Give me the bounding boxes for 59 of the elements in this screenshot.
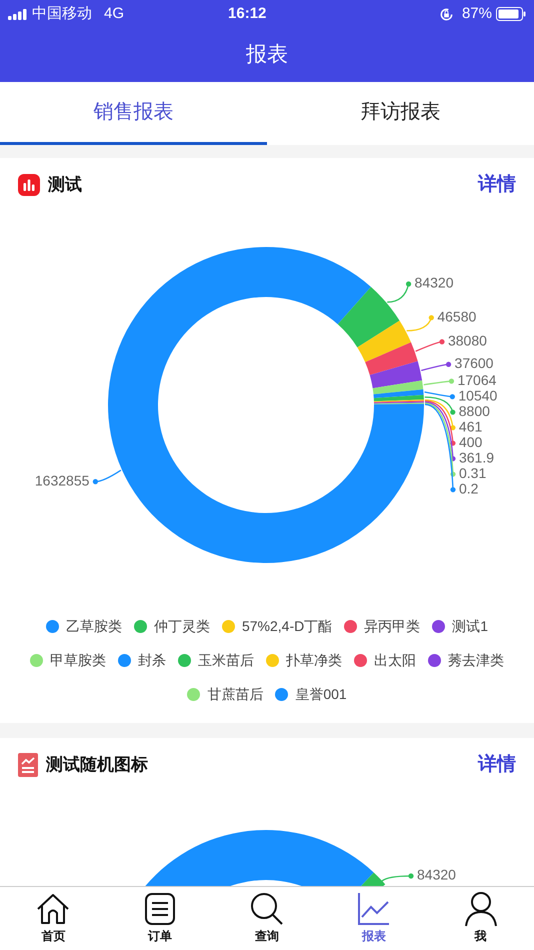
card-title: 测试随机图标 xyxy=(46,754,148,776)
legend-label: 仲丁灵类 xyxy=(154,617,210,636)
details-link[interactable]: 详情 xyxy=(478,750,516,780)
data-label: 0.31 xyxy=(459,464,486,481)
carrier: 中国移动 xyxy=(32,4,92,24)
leader-line xyxy=(387,281,412,303)
line-chart-icon xyxy=(356,891,392,927)
data-label: 10540 xyxy=(458,387,498,404)
leader-line xyxy=(406,315,434,332)
data-label: 8800 xyxy=(458,402,490,419)
data-label: 38080 xyxy=(448,332,487,348)
data-label: 1632855 xyxy=(34,472,90,488)
data-label: 84320 xyxy=(417,866,456,883)
data-label: 361.9 xyxy=(458,449,494,466)
bar-chart-icon xyxy=(18,174,40,196)
network-type: 4G xyxy=(104,4,124,24)
data-label: 461 xyxy=(458,418,482,434)
legend-label: 乙草胺类 xyxy=(66,617,122,636)
nav-item[interactable]: 首页 xyxy=(0,887,107,950)
battery-percent: 87% xyxy=(462,4,492,24)
battery-icon xyxy=(496,7,526,21)
signal-icon xyxy=(8,8,28,20)
data-label: 37600 xyxy=(454,355,494,372)
legend-label: 测试1 xyxy=(452,617,488,636)
legend-label: 封杀 xyxy=(138,651,166,670)
tab[interactable]: 销售报表 xyxy=(0,82,267,145)
search-icon xyxy=(248,891,285,927)
leader-line xyxy=(92,470,122,484)
card-title: 测试 xyxy=(48,174,82,196)
legend-label: 出太阳 xyxy=(374,651,416,670)
legend-label: 57%2,4-D丁酯 xyxy=(242,617,332,636)
home-icon xyxy=(35,891,72,927)
details-link[interactable]: 详情 xyxy=(478,170,516,200)
leader-line xyxy=(424,378,454,386)
tab[interactable]: 拜访报表 xyxy=(267,82,534,145)
nav-item[interactable]: 我 xyxy=(427,887,534,950)
nav-item[interactable]: 报表 xyxy=(320,887,428,950)
data-label: 84320 xyxy=(414,274,454,291)
clock: 16:12 xyxy=(228,4,266,24)
data-label: 17064 xyxy=(457,372,496,388)
legend-label: 皇誉001 xyxy=(295,685,347,704)
page-title: 报表 xyxy=(246,42,288,68)
leader-line xyxy=(415,339,445,352)
nav-item[interactable]: 订单 xyxy=(106,887,214,950)
data-label: 0.2 xyxy=(459,480,478,496)
leader-line xyxy=(382,873,414,882)
legend-label: 甘蔗苗后 xyxy=(207,685,264,704)
legend-label: 甲草胺类 xyxy=(50,651,106,670)
nav-item[interactable]: 查询 xyxy=(214,887,320,950)
trend-chart-icon xyxy=(18,753,38,777)
legend-label: 异丙甲类 xyxy=(364,617,420,636)
legend-label: 扑草净类 xyxy=(286,651,342,670)
data-label: 400 xyxy=(458,434,482,450)
user-icon xyxy=(462,891,499,927)
leader-line xyxy=(421,362,452,372)
legend-label: 莠去津类 xyxy=(448,651,504,670)
rotation-lock-icon xyxy=(438,6,454,22)
legend-label: 玉米苗后 xyxy=(198,651,254,670)
data-label: 46580 xyxy=(437,308,476,324)
